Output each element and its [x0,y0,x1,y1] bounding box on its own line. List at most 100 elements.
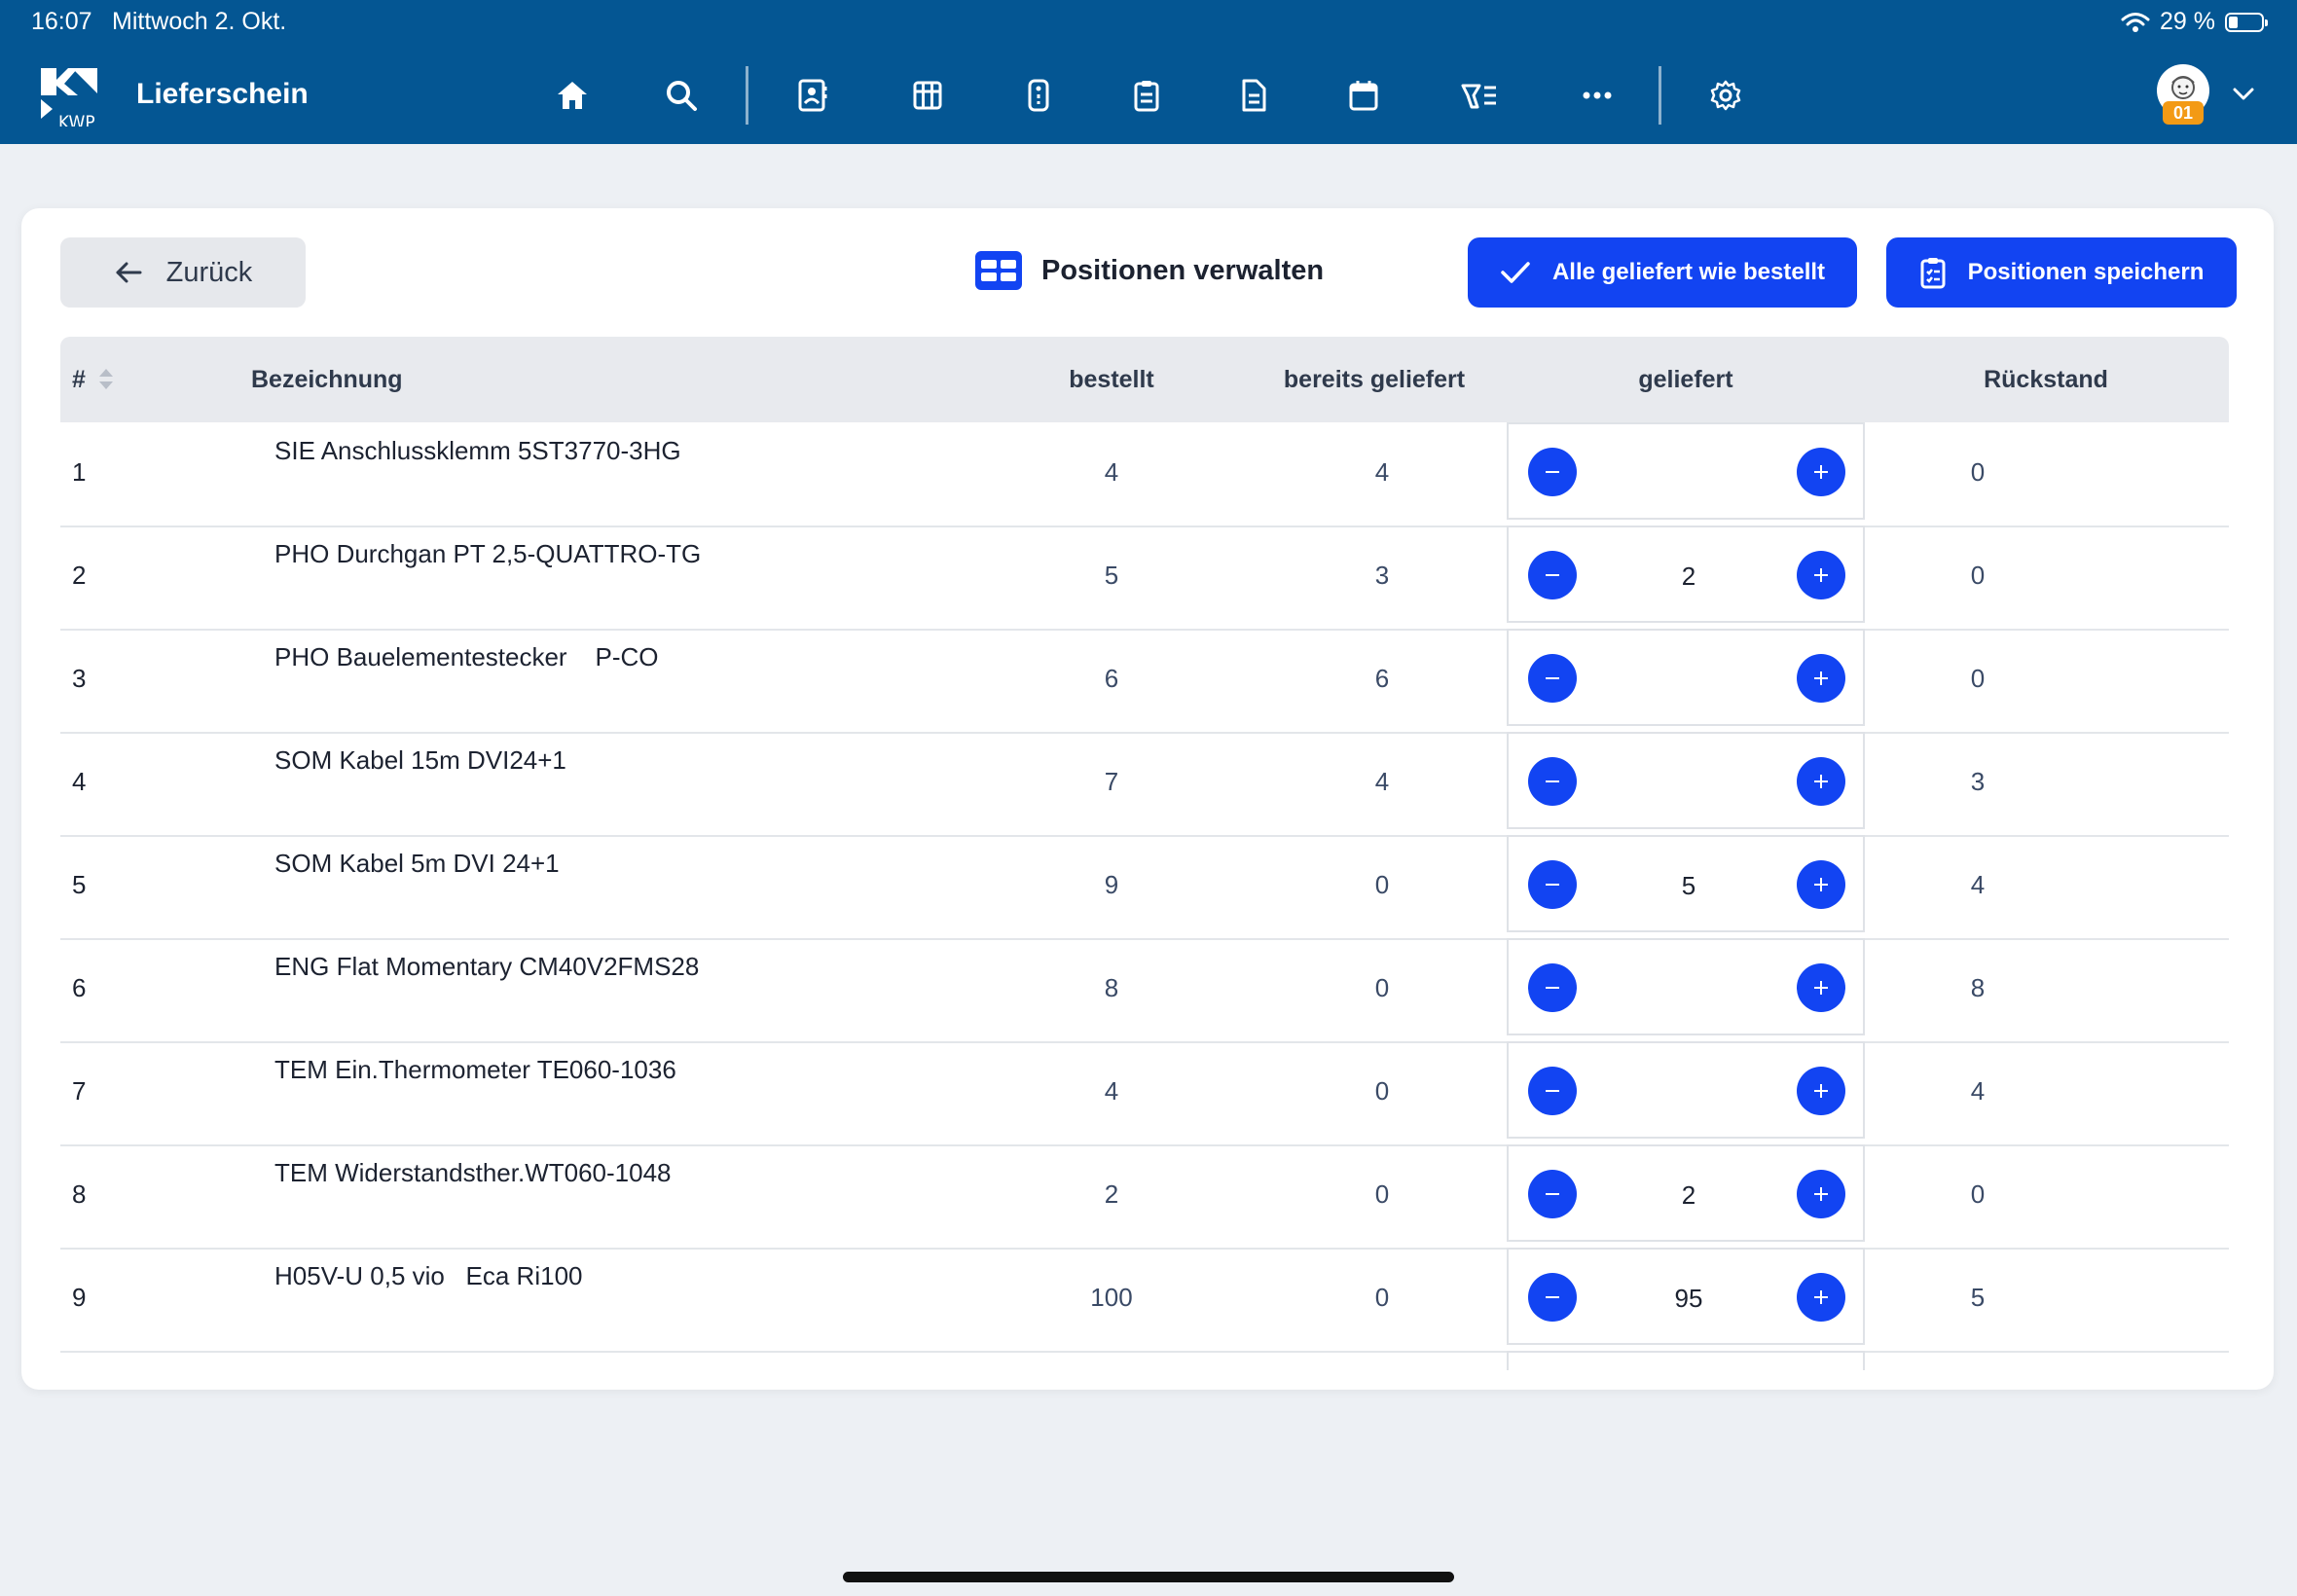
minus-icon [1546,471,1559,473]
plus-icon [1814,775,1828,788]
table-header: # Bezeichnung bestellt bereits geliefert… [60,337,2229,422]
increment-button[interactable] [1797,757,1845,806]
row-backlog: 0 [1970,561,1986,590]
decrement-button[interactable] [1528,1170,1577,1218]
minus-icon [1546,780,1559,782]
kwp-logo-icon: KWP [41,68,97,127]
battery-level [2229,16,2238,28]
column-header-number-label: # [72,365,86,393]
delivered-input[interactable] [1606,652,1771,707]
row-already-delivered: 6 [1374,664,1390,693]
top-bar: 16:07 Mittwoch 2. Okt. 29 % KWP Liefersc… [0,0,2297,144]
increment-button[interactable] [1797,860,1845,909]
row-number: 8 [72,1179,87,1209]
decrement-button[interactable] [1528,1067,1577,1115]
tools-list-icon[interactable] [1460,76,1499,115]
table-row: 7 TEM Ein.Thermometer TE060-1036 4 0 4 [60,1041,2229,1146]
plus-icon [1814,465,1828,479]
decrement-button[interactable] [1528,963,1577,1012]
decrement-button[interactable] [1528,757,1577,806]
row-already-delivered: 0 [1374,1076,1390,1106]
row-ordered: 6 [1104,664,1119,693]
deliver-all-button[interactable]: Alle geliefert wie bestellt [1468,237,1857,308]
remote-icon[interactable] [1019,76,1058,115]
decrement-button[interactable] [1528,654,1577,703]
wifi-icon [2121,12,2150,32]
home-indicator[interactable] [843,1572,1454,1582]
save-positions-button[interactable]: Positionen speichern [1886,237,2237,308]
increment-button[interactable] [1797,551,1845,599]
table-row: 6 ENG Flat Momentary CM40V2FMS28 8 0 8 [60,938,2229,1043]
status-date: Mittwoch 2. Okt. [112,8,287,35]
home-icon[interactable] [553,76,592,115]
minus-icon [1546,884,1559,886]
delivered-input[interactable] [1606,961,1771,1016]
search-icon[interactable] [662,76,701,115]
document-icon[interactable] [1234,76,1273,115]
table-row: 8 TEM Widerstandsther.WT060-1048 2 0 0 [60,1144,2229,1250]
clipboard-icon[interactable] [1127,76,1166,115]
row-designation: TEM Ein.Thermometer TE060-1036 [274,1055,676,1084]
row-already-delivered: 0 [1374,1179,1390,1209]
decrement-button[interactable] [1528,448,1577,496]
table-row: 5 SOM Kabel 5m DVI 24+1 9 0 4 [60,835,2229,940]
row-number: 4 [72,767,87,796]
decrement-button[interactable] [1528,1273,1577,1322]
column-header-number[interactable]: # [72,337,115,422]
increment-button[interactable] [1797,1170,1845,1218]
delivered-stepper [1507,526,1865,623]
decrement-button[interactable] [1528,551,1577,599]
increment-button[interactable] [1797,448,1845,496]
row-number: 6 [72,973,87,1002]
row-designation: ENG Flat Momentary CM40V2FMS28 [274,952,700,981]
minus-icon [1546,1296,1559,1298]
calendar-icon[interactable] [1344,76,1383,115]
row-already-delivered: 3 [1374,561,1390,590]
row-ordered: 8 [1104,973,1119,1002]
nav-separator [1659,66,1661,125]
delivered-input[interactable] [1606,755,1771,810]
delivered-input[interactable] [1606,1271,1771,1325]
contacts-icon[interactable] [793,76,832,115]
settings-icon[interactable] [1706,76,1745,115]
column-header-backlog: Rückstand [1984,365,2108,393]
chevron-down-icon[interactable] [2229,80,2258,109]
delivered-stepper [1507,938,1865,1035]
back-button-label: Zurück [165,256,253,288]
back-button[interactable]: Zurück [60,237,306,308]
row-backlog: 0 [1970,1179,1986,1209]
plus-icon [1814,878,1828,891]
increment-button[interactable] [1797,963,1845,1012]
row-backlog: 4 [1970,870,1986,899]
row-already-delivered: 4 [1374,457,1390,487]
table-row: 9 H05V-U 0,5 vio Eca Ri100 100 0 5 [60,1248,2229,1353]
increment-button[interactable] [1797,654,1845,703]
grid-icon[interactable] [908,76,947,115]
delivered-input[interactable] [1606,858,1771,913]
more-icon[interactable] [1578,76,1617,115]
delivered-input[interactable] [1606,446,1771,500]
delivered-input[interactable] [1606,1065,1771,1119]
row-number: 2 [72,561,87,590]
decrement-button[interactable] [1528,860,1577,909]
row-ordered: 4 [1104,457,1119,487]
increment-button[interactable] [1797,1273,1845,1322]
increment-button[interactable] [1797,1067,1845,1115]
plus-icon [1814,1187,1828,1201]
battery-percent: 29 % [2160,8,2215,35]
row-number: 3 [72,664,87,693]
row-designation: PHO Durchgan PT 2,5-QUATTRO-TG [274,539,702,568]
plus-icon [1814,1084,1828,1098]
sort-icon [98,369,113,389]
status-time: 16:07 [31,8,92,35]
row-backlog: 0 [1970,664,1986,693]
minus-icon [1546,574,1559,576]
delivered-input[interactable] [1606,1168,1771,1222]
battery-icon [2225,12,2268,32]
row-number: 1 [72,457,87,487]
minus-icon [1546,987,1559,989]
delivered-input[interactable] [1606,549,1771,603]
row-backlog: 0 [1970,457,1986,487]
row-designation: PHO Bauelementestecker P-CO [274,642,659,671]
table-grid-icon [975,251,1022,290]
